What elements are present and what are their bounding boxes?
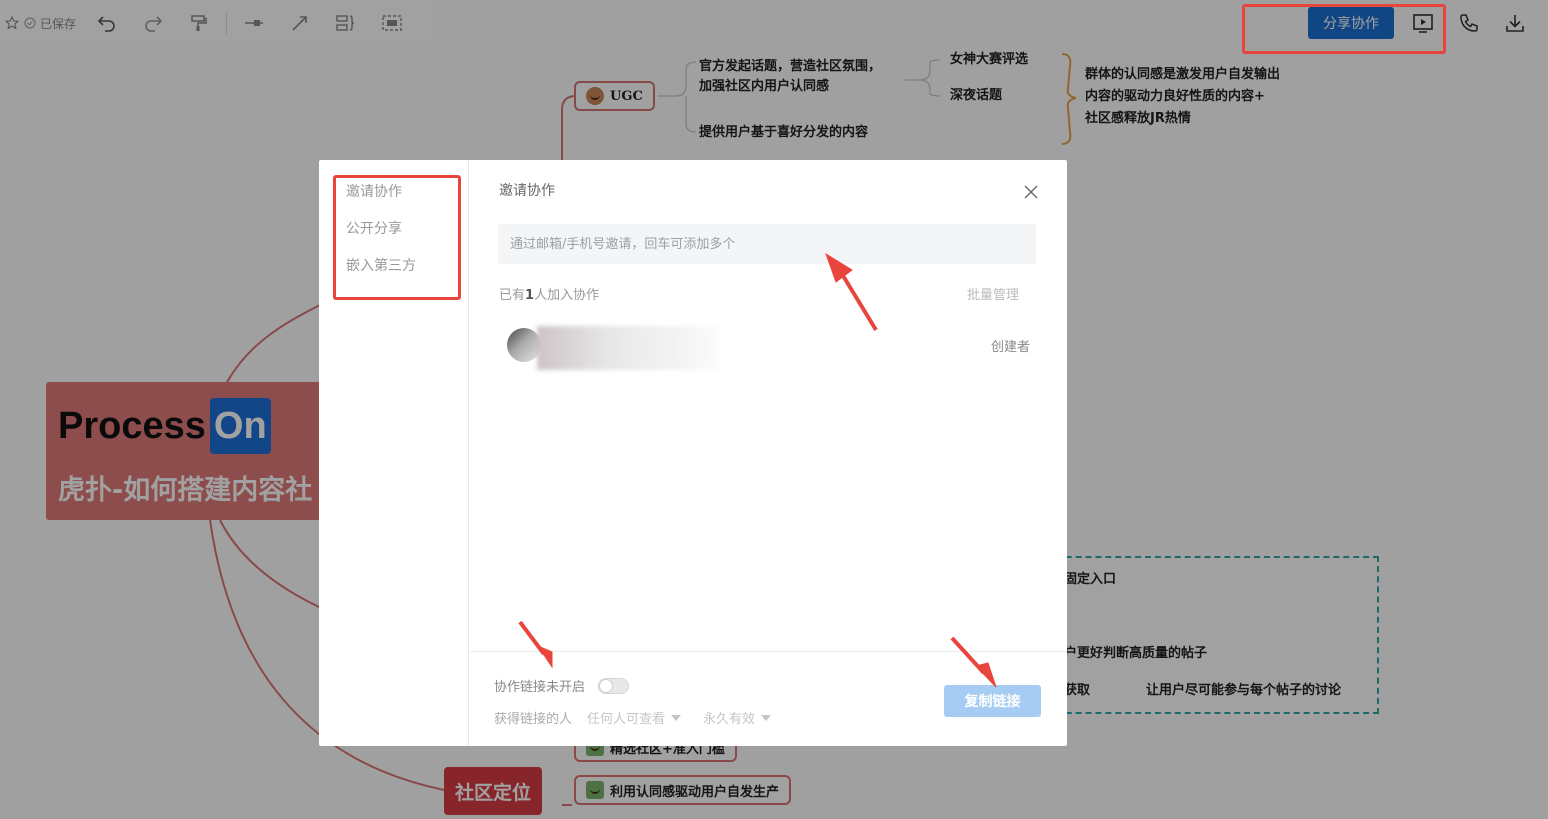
validity-select-value: 永久有效 <box>703 712 756 727</box>
close-icon[interactable] <box>1021 182 1041 202</box>
member-count-suffix: 人加入协作 <box>534 288 600 303</box>
member-count-prefix: 已有 <box>499 288 526 303</box>
invite-input[interactable] <box>498 224 1036 264</box>
validity-select[interactable]: 永久有效 <box>703 708 772 727</box>
permission-select[interactable]: 任何人可查看 <box>587 708 682 727</box>
copy-link-button[interactable]: 复制链接 <box>944 685 1041 717</box>
link-status-label: 协作链接未开启 <box>494 680 586 695</box>
dialog-title: 邀请协作 <box>499 183 555 199</box>
chevron-down-icon <box>761 714 772 721</box>
annotation-box-share <box>1242 4 1446 54</box>
link-getter-label: 获得链接的人 <box>494 712 573 727</box>
member-role: 创建者 <box>991 340 1031 355</box>
member-row: 创建者 <box>499 322 1039 370</box>
avatar <box>507 328 541 362</box>
dialog-footer: 协作链接未开启 获得链接的人 任何人可查看 永久有效 复制链接 <box>469 651 1067 746</box>
dialog-content: 邀请协作 已有1人加入协作 批量管理 创建者 协作链接未开启 获得链接的人 任何… <box>469 160 1067 746</box>
chevron-down-icon <box>671 714 682 721</box>
member-count: 已有1人加入协作 <box>499 284 599 303</box>
member-name-redacted <box>537 326 717 370</box>
link-toggle[interactable] <box>598 678 629 694</box>
annotation-box-sidebar <box>333 175 461 300</box>
batch-manage-link[interactable]: 批量管理 <box>967 284 1019 303</box>
member-count-number: 1 <box>525 288 535 303</box>
permission-select-value: 任何人可查看 <box>587 712 666 727</box>
